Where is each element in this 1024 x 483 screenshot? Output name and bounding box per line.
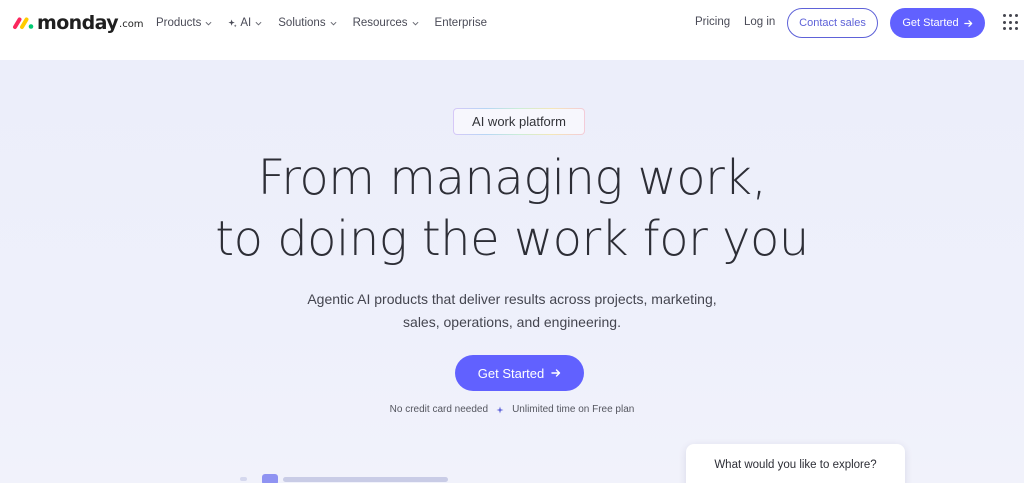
nav-item-products[interactable]: Products	[156, 17, 212, 29]
no-credit-card-text: No credit card needed	[389, 404, 489, 415]
nav-item-enterprise[interactable]: Enterprise	[435, 17, 487, 29]
chevron-down-icon	[205, 21, 212, 26]
grid-dot	[1009, 20, 1012, 24]
chevron-down-icon	[255, 21, 262, 26]
grid-dot	[1003, 20, 1006, 24]
logo-tld: .com	[119, 19, 144, 30]
subtitle-line-1: Agentic AI products that deliver results…	[307, 291, 717, 307]
grid-dot	[1015, 27, 1018, 31]
nav-item-solutions[interactable]: Solutions	[278, 17, 337, 29]
contact-sales-button[interactable]: Contact sales	[787, 8, 878, 38]
subtitle-line-2: sales, operations, and engineering.	[403, 314, 621, 330]
logo-wordmark: monday	[37, 12, 119, 34]
nav-item-label: AI	[240, 17, 252, 29]
preview-dot	[240, 477, 247, 481]
arrow-right-icon	[551, 369, 561, 377]
grid-dot	[1015, 20, 1018, 24]
free-plan-text: Unlimited time on Free plan	[512, 404, 635, 415]
arrow-right-icon	[963, 19, 972, 27]
nav-item-label: Resources	[352, 17, 408, 29]
sparkle-separator-icon	[496, 406, 504, 413]
grid-dot	[1009, 14, 1012, 17]
nav-item-label: Enterprise	[434, 17, 487, 29]
nav-item-ai[interactable]: AI	[228, 17, 262, 29]
hero-get-started-button[interactable]: Get Started	[455, 355, 584, 391]
monday-logo[interactable]: monday .com	[12, 12, 144, 34]
grid-dot	[1015, 14, 1018, 17]
nav-item-label: Products	[156, 17, 202, 29]
grid-dot	[1009, 27, 1012, 31]
chevron-down-icon	[330, 21, 337, 26]
grid-dot	[1003, 14, 1006, 17]
hero-headline: From managing work, to doing the work fo…	[0, 148, 1024, 270]
grid-dot	[1003, 27, 1006, 31]
contact-sales-label: Contact sales	[799, 17, 866, 29]
header-get-started-button[interactable]: Get Started	[890, 8, 985, 38]
get-started-label: Get Started	[477, 365, 545, 381]
badge-label: AI work platform	[454, 109, 584, 134]
signup-note: No credit card needed Unlimited time on …	[0, 404, 1024, 415]
chevron-down-icon	[412, 21, 419, 26]
monday-logo-mark-icon	[13, 17, 34, 29]
hero-section: AI work platform From managing work, to …	[0, 60, 1024, 483]
get-started-label: Get Started	[902, 17, 959, 29]
apps-grid-icon[interactable]	[1003, 14, 1020, 31]
headline-line-1: From managing work,	[257, 150, 767, 206]
nav-item-label: Solutions	[278, 17, 326, 29]
explore-card[interactable]: What would you like to explore?	[686, 444, 905, 483]
preview-avatar	[262, 473, 278, 483]
sparkle-icon	[228, 18, 238, 27]
hero-subtitle: Agentic AI products that deliver results…	[0, 288, 1024, 334]
preview-bar	[283, 476, 448, 482]
site-header: monday .com Products AI Solutions Resour…	[0, 0, 1024, 60]
nav-item-resources[interactable]: Resources	[353, 17, 419, 29]
login-link[interactable]: Log in	[744, 16, 775, 28]
main-nav: Products AI Solutions Resources Enterpri…	[156, 14, 503, 32]
ai-platform-badge: AI work platform	[453, 108, 585, 135]
product-preview-blurred	[240, 473, 450, 483]
pricing-link[interactable]: Pricing	[695, 16, 730, 28]
headline-line-2: to doing the work for you	[215, 211, 809, 267]
explore-question: What would you like to explore?	[714, 459, 877, 471]
